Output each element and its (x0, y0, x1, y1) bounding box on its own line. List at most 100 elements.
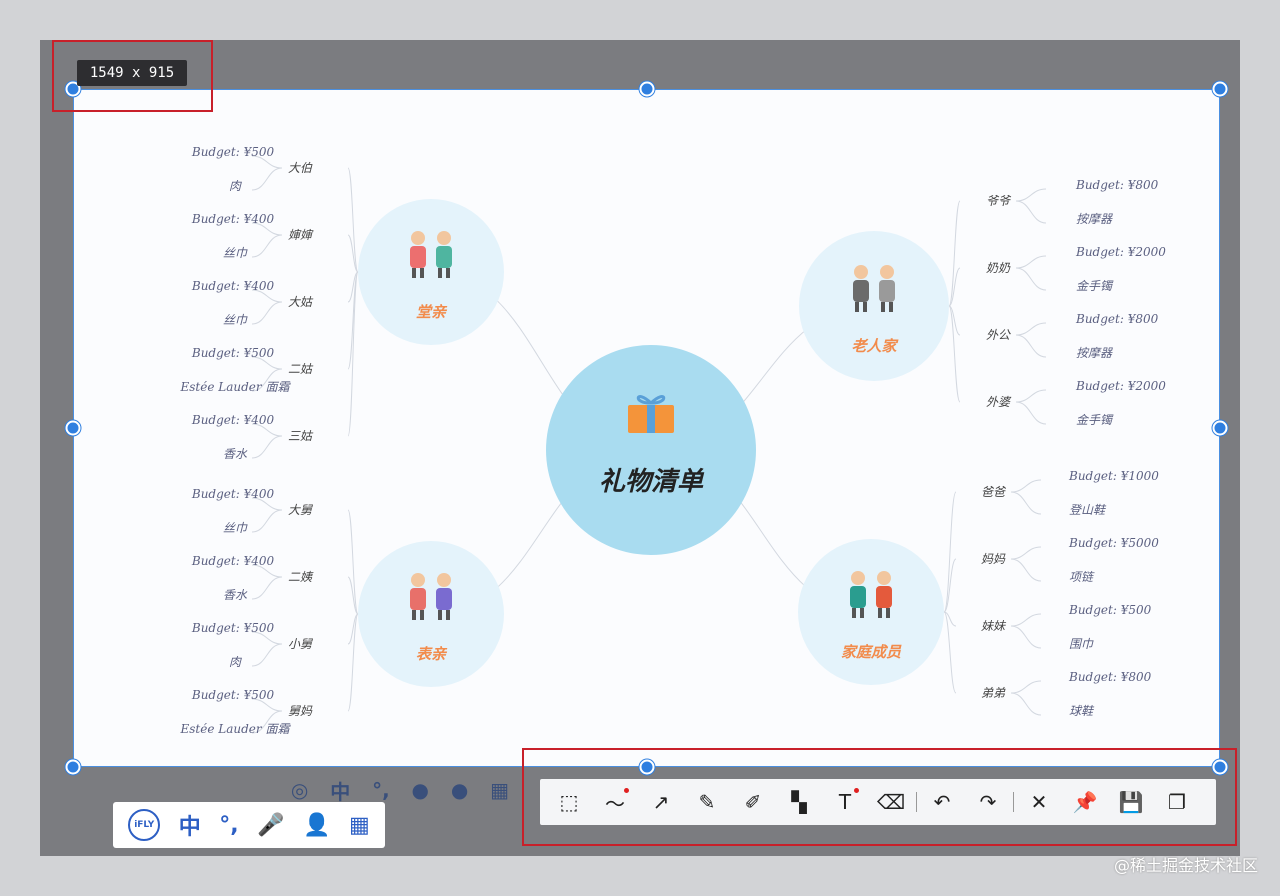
connector-line (1015, 401, 1047, 425)
gift-ribbon-icon (647, 405, 655, 433)
group-bubble (358, 541, 504, 687)
person-body-icon (853, 280, 869, 302)
person-leg-icon (881, 302, 885, 312)
member-name: 三姑 (288, 429, 314, 443)
group-bubble (799, 231, 949, 381)
member-name: 二姑 (288, 362, 314, 376)
person-body-icon (850, 586, 866, 608)
chinese-mode-icon[interactable]: 中 (179, 809, 201, 841)
person-head-icon (880, 265, 894, 279)
member-gift: 项链 (1069, 570, 1095, 584)
member-gift: 金手镯 (1076, 279, 1114, 293)
connector-line (1015, 267, 1047, 291)
member-gift: 按摩器 (1076, 346, 1113, 360)
resize-handle-top[interactable] (639, 81, 655, 97)
person-body-icon (876, 586, 892, 608)
person-leg-icon (420, 610, 424, 620)
person-head-icon (437, 573, 451, 587)
person-leg-icon (420, 268, 424, 278)
connector-line (1015, 389, 1047, 403)
watermark: @稀土掘金技术社区 (1113, 856, 1258, 875)
person-leg-icon (438, 268, 442, 278)
microphone-icon[interactable]: 🎤 (257, 813, 284, 838)
resize-handle-bottom-left[interactable] (65, 759, 81, 775)
member-budget: Budget: ¥400 (191, 212, 275, 226)
member-gift: 肉 (229, 179, 242, 193)
member-name: 妈妈 (981, 552, 1006, 566)
person-head-icon (411, 573, 425, 587)
member-budget: Budget: ¥500 (191, 688, 275, 702)
member-budget: Budget: ¥400 (191, 554, 275, 568)
resize-handle-top-right[interactable] (1212, 81, 1228, 97)
member-gift: 香水 (223, 447, 248, 461)
connector-line (1015, 200, 1047, 224)
person-leg-icon (412, 268, 416, 278)
member-gift: 金手镯 (1076, 413, 1114, 427)
connector-line (943, 611, 957, 694)
connector-line (1010, 692, 1042, 716)
connector-line (347, 271, 359, 437)
connector-line (1010, 546, 1042, 560)
person-head-icon (437, 231, 451, 245)
connector-line (251, 301, 283, 325)
person-leg-icon (446, 610, 450, 620)
person-leg-icon (446, 268, 450, 278)
member-name: 大伯 (288, 161, 313, 175)
person-body-icon (879, 280, 895, 302)
connector-line (251, 509, 283, 533)
connector-line (251, 234, 283, 258)
member-name: 婶婶 (288, 228, 314, 242)
connector-line (251, 435, 283, 459)
member-budget: Budget: ¥500 (191, 621, 275, 635)
member-budget: Budget: ¥800 (1075, 312, 1159, 326)
person-head-icon (854, 265, 868, 279)
member-budget: Budget: ¥500 (191, 346, 275, 360)
person-leg-icon (438, 610, 442, 620)
member-gift: 香水 (223, 588, 248, 602)
apps-grid-icon[interactable]: ▦ (349, 813, 370, 838)
member-budget: Budget: ¥500 (1068, 603, 1152, 617)
member-gift: 肉 (229, 655, 242, 669)
resize-handle-left[interactable] (65, 420, 81, 436)
person-body-icon (410, 588, 426, 610)
connector-line (251, 167, 283, 191)
group-bubble (358, 199, 504, 345)
member-name: 小舅 (288, 637, 314, 651)
member-budget: Budget: ¥1000 (1068, 469, 1159, 483)
user-icon[interactable]: 👤 (303, 813, 330, 838)
member-gift: 按摩器 (1076, 212, 1113, 226)
member-budget: Budget: ¥400 (191, 487, 275, 501)
member-budget: Budget: ¥2000 (1075, 379, 1166, 393)
group-label: 家庭成员 (841, 643, 902, 661)
member-gift: 丝巾 (223, 521, 248, 535)
group-bubble (798, 539, 944, 685)
mindmap-canvas: 礼物清单大伯Budget: ¥500肉婶婶Budget: ¥400丝巾大姑Bud… (180, 145, 1167, 736)
group-label: 老人家 (851, 337, 899, 355)
connector-line (1010, 479, 1042, 493)
person-leg-icon (855, 302, 859, 312)
member-name: 大舅 (288, 503, 314, 517)
ime-logo-icon[interactable]: iFLY (128, 809, 161, 841)
person-leg-icon (852, 608, 856, 618)
member-gift: Estée Lauder 面霜 (180, 380, 292, 394)
person-head-icon (851, 571, 865, 585)
connector-line (1015, 255, 1047, 269)
connector-line (1015, 322, 1047, 336)
member-gift: 丝巾 (223, 313, 248, 327)
person-leg-icon (886, 608, 890, 618)
resize-handle-right[interactable] (1212, 420, 1228, 436)
member-name: 奶奶 (986, 261, 1011, 275)
connector-line (1015, 334, 1047, 358)
connector-line (1010, 558, 1042, 582)
punctuation-icon[interactable]: °, (219, 813, 238, 838)
member-name: 外婆 (986, 395, 1012, 409)
member-budget: Budget: ¥2000 (1075, 245, 1166, 259)
member-budget: Budget: ¥500 (191, 145, 275, 159)
connector-line (251, 576, 283, 600)
person-leg-icon (889, 302, 893, 312)
member-budget: Budget: ¥400 (191, 279, 275, 293)
person-leg-icon (863, 302, 867, 312)
group-label: 表亲 (416, 645, 448, 663)
person-leg-icon (878, 608, 882, 618)
member-gift: 球鞋 (1069, 704, 1095, 718)
